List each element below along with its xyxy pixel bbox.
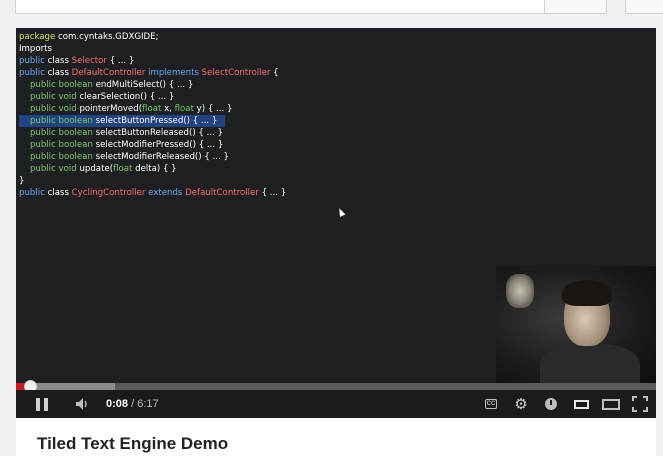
code-token: clearSelection() { ... } xyxy=(76,92,175,102)
video-info-panel: Tiled Text Engine Demo xyxy=(16,418,656,456)
small-player-icon[interactable] xyxy=(572,390,590,418)
time-total: 6:17 xyxy=(137,398,159,410)
code-line: public boolean selectButtonReleased() { … xyxy=(19,127,286,139)
time-separator: / xyxy=(128,398,138,410)
code-token: implements xyxy=(145,68,202,78)
gear-icon[interactable]: ⚙ xyxy=(512,390,530,418)
code-line: public boolean selectModifierReleased() … xyxy=(19,151,286,163)
code-token: selectModifierPressed() { ... } xyxy=(92,140,224,150)
code-token: Selector xyxy=(71,56,107,66)
pause-icon[interactable] xyxy=(34,390,50,418)
code-token: extends xyxy=(145,188,186,198)
code-token: float xyxy=(142,104,162,114)
video-frame[interactable]: package com.cyntaks.GDXGIDE; Imports publi… xyxy=(16,28,656,383)
mouse-cursor-icon xyxy=(336,207,346,217)
code-line: public class Selector { ... } xyxy=(19,55,286,67)
code-line: public void pointerMoved(float x, float … xyxy=(19,103,286,115)
code-token: selectButtonReleased() { ... } xyxy=(92,128,224,138)
code-token: { ... } xyxy=(106,56,135,66)
upload-button[interactable] xyxy=(625,0,663,14)
time-display: 0:08 / 6:17 xyxy=(106,390,159,418)
code-token: public boolean xyxy=(29,152,93,162)
code-token: public xyxy=(19,56,45,66)
code-token: com.cyntaks.GDXGIDE; xyxy=(55,32,159,42)
code-line: } xyxy=(19,175,286,187)
code-token: class xyxy=(44,188,72,198)
code-token: x, xyxy=(161,104,175,114)
code-token: y) { ... } xyxy=(193,104,233,114)
code-token: DefaultController xyxy=(185,188,259,198)
closed-captions-label: CC xyxy=(484,399,498,409)
code-token: public void xyxy=(29,92,77,102)
code-token: public boolean xyxy=(29,80,93,90)
presenter-body xyxy=(540,344,640,383)
code-line: public boolean endMultiSelect() { ... } xyxy=(19,79,286,91)
code-token: public void xyxy=(29,164,77,174)
video-title: Tiled Text Engine Demo xyxy=(37,434,229,453)
code-token: public void xyxy=(29,104,77,114)
code-token: float xyxy=(113,164,133,174)
code-line: public class DefaultController implement… xyxy=(19,67,286,79)
code-editor-view: package com.cyntaks.GDXGIDE; Imports publi… xyxy=(19,31,286,199)
code-token: { xyxy=(270,68,279,78)
code-line: public class CyclingController extends D… xyxy=(19,187,286,199)
code-token: public boolean xyxy=(29,140,93,150)
code-token: selectButtonPressed() { ... } xyxy=(92,116,218,126)
code-token: delta) { } xyxy=(132,164,177,174)
code-token: class xyxy=(44,68,72,78)
code-line: public void clearSelection() { ... } xyxy=(19,91,286,103)
time-current: 0:08 xyxy=(106,398,129,410)
code-token: update( xyxy=(76,164,114,174)
code-token: endMultiSelect() { ... } xyxy=(92,80,194,90)
code-token: { ... } xyxy=(258,188,287,198)
volume-icon[interactable] xyxy=(72,390,94,418)
large-player-icon[interactable] xyxy=(600,390,622,418)
code-token: selectModifierReleased() { ... } xyxy=(92,152,229,162)
code-line: package com.cyntaks.GDXGIDE; xyxy=(19,31,286,43)
video-player[interactable]: package com.cyntaks.GDXGIDE; Imports publi… xyxy=(16,28,656,418)
clock-icon[interactable] xyxy=(543,390,559,418)
search-input[interactable] xyxy=(15,0,545,14)
top-bar xyxy=(0,0,663,28)
closed-captions-icon[interactable]: CC xyxy=(482,390,500,418)
code-token: Imports xyxy=(19,44,52,54)
code-line: public void update(float delta) { } xyxy=(19,163,286,175)
player-controls: 0:08 / 6:17 CC ⚙ xyxy=(16,390,656,418)
code-token: public boolean xyxy=(29,128,93,138)
code-token: DefaultController xyxy=(71,68,146,78)
code-token: public boolean xyxy=(29,116,93,126)
code-token: SelectController xyxy=(201,68,271,78)
presenter-hair xyxy=(562,280,612,306)
fullscreen-icon[interactable] xyxy=(630,390,650,418)
code-line: public boolean selectButtonPressed() { .… xyxy=(19,115,225,127)
code-token: } xyxy=(19,176,25,186)
code-token: package xyxy=(19,32,56,42)
progress-bar[interactable] xyxy=(16,380,656,393)
code-token: float xyxy=(174,104,194,114)
code-token: CyclingController xyxy=(71,188,146,198)
code-token: public xyxy=(19,188,45,198)
webcam-overlay xyxy=(496,266,656,383)
background-lamp xyxy=(506,274,534,308)
code-line: Imports xyxy=(19,43,286,55)
code-token: pointerMoved( xyxy=(76,104,143,114)
search-button[interactable] xyxy=(545,0,607,14)
code-token: public xyxy=(19,68,45,78)
code-line: public boolean selectModifierPressed() {… xyxy=(19,139,286,151)
code-token: class xyxy=(44,56,72,66)
